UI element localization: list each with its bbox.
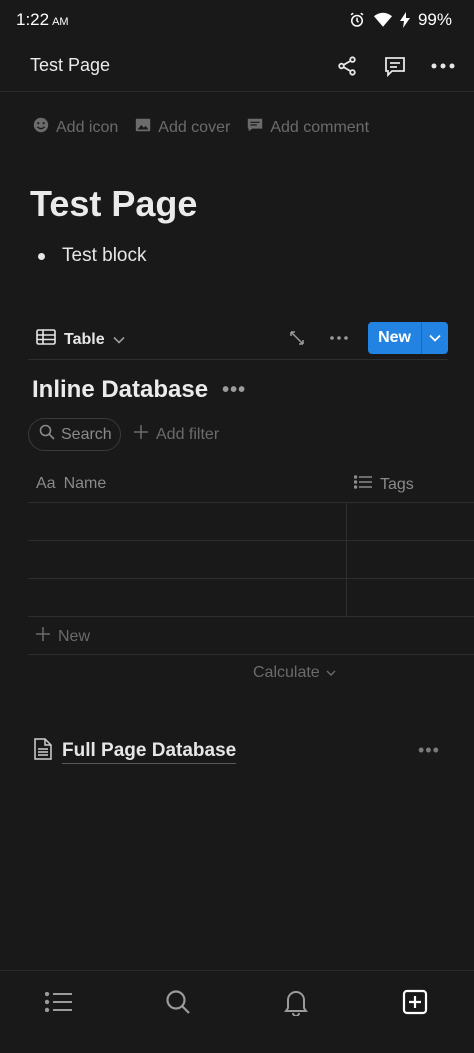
full-page-database-more-icon[interactable]: ••• — [418, 740, 440, 761]
sidebar-menu-icon[interactable] — [44, 987, 74, 1017]
add-cover-button[interactable]: Add cover — [134, 116, 230, 139]
status-bar: 1:22 AM 99% — [0, 0, 474, 40]
column-header-tags[interactable]: Tags — [353, 475, 414, 494]
table-icon — [36, 329, 56, 350]
bullet-dot — [38, 252, 45, 260]
status-icons: 99% — [348, 10, 452, 30]
database-title-more-icon[interactable]: ••• — [222, 379, 246, 402]
status-time-value: 1:22 — [16, 10, 50, 29]
database-title[interactable]: Inline Database ••• — [32, 376, 246, 404]
share-icon[interactable] — [334, 53, 360, 79]
calculate-label: Calculate — [253, 664, 320, 681]
plus-icon — [36, 627, 50, 646]
add-filter-label: Add filter — [156, 425, 220, 443]
bullet-text: Test block — [62, 245, 147, 266]
top-actions — [334, 53, 456, 79]
full-page-database-label: Full Page Database — [62, 740, 237, 764]
view-selector[interactable]: Table — [36, 329, 125, 350]
column-divider — [346, 503, 347, 540]
new-button[interactable]: New — [368, 322, 448, 354]
add-comment-button[interactable]: Add comment — [246, 116, 369, 139]
table-row[interactable] — [28, 503, 474, 541]
search-label: Search — [61, 425, 112, 443]
top-bar: Test Page — [0, 40, 474, 92]
expand-icon[interactable] — [284, 325, 310, 351]
add-filter-button[interactable]: Add filter — [134, 425, 219, 444]
add-cover-label: Add cover — [158, 118, 231, 136]
new-page-icon[interactable] — [400, 987, 430, 1017]
header-title[interactable]: Test Page — [30, 55, 110, 76]
text-property-icon: Aa — [36, 475, 56, 492]
status-time: 1:22 AM — [16, 10, 69, 30]
column-tags-label: Tags — [380, 475, 414, 493]
database-title-text: Inline Database — [32, 376, 209, 403]
add-comment-label: Add comment — [270, 118, 370, 136]
image-icon — [134, 116, 152, 139]
comment-icon — [246, 116, 264, 139]
new-row-button[interactable]: New — [28, 617, 474, 655]
column-name-label: Name — [63, 475, 107, 492]
comments-icon[interactable] — [382, 53, 408, 79]
add-icon-button[interactable]: Add icon — [32, 116, 118, 139]
wifi-icon — [373, 12, 392, 28]
toolbar-actions: New — [284, 322, 448, 354]
more-options-icon[interactable] — [430, 53, 456, 79]
chevron-down-icon — [326, 664, 336, 682]
new-button-dropdown-icon[interactable] — [421, 322, 448, 354]
column-header-name[interactable]: Aa Name — [36, 475, 106, 493]
database-table: Aa Name Tags New — [28, 466, 474, 655]
search-nav-icon[interactable] — [163, 987, 193, 1017]
battery-percent: 99% — [417, 10, 452, 29]
chevron-down-icon — [113, 331, 125, 349]
table-row[interactable] — [28, 579, 474, 617]
multi-select-icon — [353, 475, 372, 494]
plus-icon — [134, 425, 148, 444]
page-title[interactable]: Test Page — [30, 183, 197, 225]
bullet-block[interactable]: Test block — [38, 245, 146, 267]
page-options: Add icon Add cover Add comment — [32, 116, 369, 139]
bottom-navigation — [0, 970, 474, 1053]
calculate-button[interactable]: Calculate — [253, 664, 336, 682]
notifications-bell-icon[interactable] — [281, 987, 311, 1017]
alarm-icon — [348, 11, 366, 29]
smiley-icon — [32, 116, 50, 139]
search-button[interactable]: Search — [28, 418, 121, 451]
new-row-label: New — [58, 627, 91, 645]
search-icon — [39, 424, 55, 445]
battery-charging-icon — [399, 12, 410, 28]
page-icon — [34, 738, 52, 765]
database-more-icon[interactable] — [326, 325, 352, 351]
full-page-database-link[interactable]: Full Page Database — [34, 738, 237, 765]
view-label: Table — [64, 330, 105, 348]
new-button-label: New — [378, 329, 411, 346]
add-icon-label: Add icon — [56, 118, 119, 136]
database-toolbar: Table New — [28, 322, 448, 360]
table-row[interactable] — [28, 541, 474, 579]
column-divider — [346, 579, 347, 616]
status-time-ampm: AM — [52, 16, 69, 28]
column-divider — [346, 541, 347, 578]
table-header: Aa Name Tags — [28, 466, 474, 503]
